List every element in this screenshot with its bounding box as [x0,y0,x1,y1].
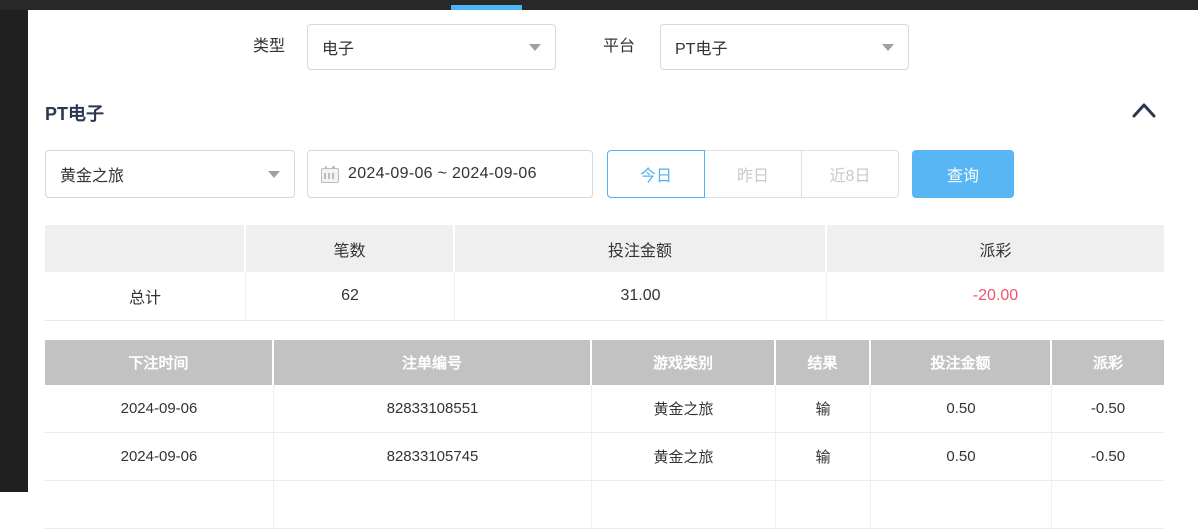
platform-label: 平台 [603,37,635,57]
summary-header-bet: 投注金额 [455,225,827,272]
cell-game-type: 黄金之旅 [592,433,776,481]
cell-result: 输 [776,385,871,433]
type-label: 类型 [253,37,285,57]
table-row [45,481,1164,529]
summary-total-bet: 31.00 [455,272,827,321]
summary-header-payout: 派彩 [827,225,1164,272]
detail-header-result: 结果 [776,340,871,385]
section-title: PT电子 [45,100,104,126]
table-row: 2024-09-06 82833108551 黄金之旅 输 0.50 -0.50 [45,385,1164,433]
type-select-value: 电子 [308,35,529,59]
cell-ticket-id: 82833105745 [274,433,592,481]
search-button[interactable]: 查询 [912,150,1014,198]
summary-total-payout: -20.00 [827,272,1164,321]
cell-bet-time: 2024-09-06 [45,433,274,481]
detail-header-payout: 派彩 [1052,340,1164,385]
platform-select-value: PT电子 [661,35,882,59]
detail-header-ticket-id: 注单编号 [274,340,592,385]
game-select-value: 黄金之旅 [46,162,268,186]
calendar-icon [321,166,339,182]
cell-payout [1052,481,1164,529]
cell-ticket-id: 82833108551 [274,385,592,433]
active-tab-indicator [451,5,522,10]
left-dark-rail [0,10,28,492]
detail-header-bet-amount: 投注金额 [871,340,1052,385]
platform-select[interactable]: PT电子 [660,24,909,70]
summary-total-label: 总计 [45,272,246,321]
cell-bet-amount [871,481,1052,529]
cell-game-type [592,481,776,529]
date-range-value: 2024-09-06 ~ 2024-09-06 [348,165,537,183]
detail-table: 下注时间 注单编号 游戏类别 结果 投注金额 派彩 2024-09-06 828… [45,340,1164,529]
cell-bet-time: 2024-09-06 [45,385,274,433]
yesterday-button[interactable]: 昨日 [704,150,802,198]
cell-result: 输 [776,433,871,481]
summary-total-row: 总计 62 31.00 -20.00 [45,272,1164,321]
summary-header-row: 笔数 投注金额 派彩 [45,225,1164,272]
chevron-down-icon [529,44,541,51]
detail-header-bet-time: 下注时间 [45,340,274,385]
cell-payout: -0.50 [1052,433,1164,481]
summary-header-blank [45,225,246,272]
type-select[interactable]: 电子 [307,24,556,70]
chevron-down-icon [882,44,894,51]
top-dark-bar [0,0,1198,10]
table-row: 2024-09-06 82833105745 黄金之旅 输 0.50 -0.50 [45,433,1164,481]
cell-ticket-id [274,481,592,529]
collapse-chevron-up-icon[interactable] [1131,101,1157,119]
cell-result [776,481,871,529]
detail-header-game-type: 游戏类别 [592,340,776,385]
cell-bet-time [45,481,274,529]
cell-bet-amount: 0.50 [871,385,1052,433]
date-range-picker[interactable]: 2024-09-06 ~ 2024-09-06 [307,150,593,198]
today-button[interactable]: 今日 [607,150,705,198]
game-select[interactable]: 黄金之旅 [45,150,295,198]
cell-bet-amount: 0.50 [871,433,1052,481]
summary-header-count: 笔数 [246,225,455,272]
detail-header-row: 下注时间 注单编号 游戏类别 结果 投注金额 派彩 [45,340,1164,385]
cell-game-type: 黄金之旅 [592,385,776,433]
summary-total-count: 62 [246,272,455,321]
last8days-button[interactable]: 近8日 [801,150,899,198]
cell-payout: -0.50 [1052,385,1164,433]
summary-table: 笔数 投注金额 派彩 总计 62 31.00 -20.00 [45,225,1164,321]
chevron-down-icon [268,171,280,178]
